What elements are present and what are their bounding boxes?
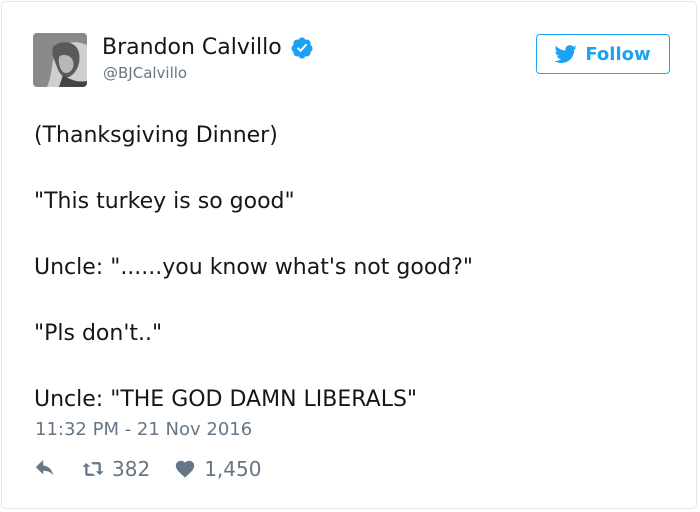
tweet-line: "This turkey is so good" — [34, 189, 295, 214]
retweet-icon — [82, 462, 104, 476]
retweet-count: 382 — [112, 457, 151, 481]
verified-badge-icon — [291, 37, 313, 59]
tweet-text: (Thanksgiving Dinner) "This turkey is so… — [34, 119, 473, 416]
reply-icon — [35, 459, 54, 476]
tweet-line: Uncle: "......you know what's not good?" — [34, 255, 474, 280]
retweet-button[interactable]: 382 — [82, 457, 150, 481]
reply-button[interactable] — [34, 458, 56, 480]
tweet-actions: 382 1,450 — [34, 457, 261, 481]
follow-button[interactable]: Follow — [536, 34, 670, 74]
like-count: 1,450 — [204, 457, 262, 481]
twitter-bird-icon — [555, 45, 577, 63]
avatar[interactable] — [33, 33, 87, 87]
heart-icon — [176, 460, 195, 478]
tweet-card: Brandon Calvillo @BJCalvillo Follow (Tha… — [1, 1, 697, 509]
tweet-line: "Pls don't.." — [34, 321, 163, 346]
display-name[interactable]: Brandon Calvillo — [102, 34, 282, 62]
name-row: Brandon Calvillo — [102, 34, 314, 62]
tweet-line: (Thanksgiving Dinner) — [34, 123, 278, 148]
tweet-line: Uncle: "THE GOD DAMN LIBERALS" — [34, 387, 418, 412]
follow-button-label: Follow — [585, 43, 651, 65]
avatar-image — [33, 33, 87, 87]
tweet-timestamp[interactable]: 11:32 PM - 21 Nov 2016 — [35, 419, 252, 440]
user-handle[interactable]: @BJCalvillo — [103, 64, 187, 82]
like-button[interactable]: 1,450 — [174, 457, 261, 481]
